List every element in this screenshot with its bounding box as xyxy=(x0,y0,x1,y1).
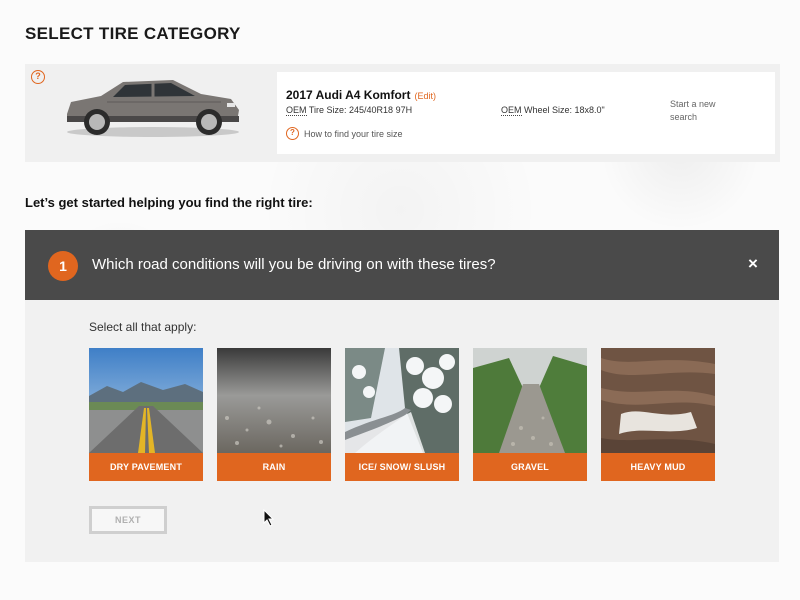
snow-image xyxy=(345,348,459,453)
find-tire-size-link[interactable]: ? How to find your tire size xyxy=(286,127,403,140)
option-heavy-mud[interactable]: HEAVY MUD xyxy=(601,348,715,481)
dry-pavement-image xyxy=(89,348,203,453)
close-icon[interactable]: × xyxy=(743,254,763,274)
oem-wheel-label: OEM xyxy=(501,105,522,116)
option-label: GRAVEL xyxy=(473,453,587,481)
section-subheading: Let’s get started helping you find the r… xyxy=(25,195,313,210)
question-circle-icon[interactable]: ? xyxy=(31,70,45,84)
question-body: Select all that apply: DRY PAVEMENT RAIN… xyxy=(25,300,779,562)
find-tire-size-label: How to find your tire size xyxy=(304,128,403,139)
option-dry-pavement[interactable]: DRY PAVEMENT xyxy=(89,348,203,481)
question-text: Which road conditions will you be drivin… xyxy=(92,256,496,273)
oem-tire-text: Tire Size: 245/40R18 97H xyxy=(306,105,413,115)
option-label: DRY PAVEMENT xyxy=(89,453,203,481)
car-image xyxy=(67,80,239,137)
oem-tire-label: OEM xyxy=(286,105,307,116)
gravel-image xyxy=(473,348,587,453)
vehicle-name: 2017 Audi A4 Komfort (Edit) xyxy=(286,88,436,102)
option-label: HEAVY MUD xyxy=(601,453,715,481)
option-label: ICE/ SNOW/ SLUSH xyxy=(345,453,459,481)
oem-tire-size: OEM Tire Size: 245/40R18 97H xyxy=(286,105,413,116)
start-new-search-link[interactable]: Start a new search xyxy=(670,98,740,124)
option-gravel[interactable]: GRAVEL xyxy=(473,348,587,481)
question-header: 1 Which road conditions will you be driv… xyxy=(25,230,779,300)
next-button[interactable]: NEXT xyxy=(89,506,167,534)
step-number-badge: 1 xyxy=(48,251,78,281)
option-rain[interactable]: RAIN xyxy=(217,348,331,481)
question-circle-icon: ? xyxy=(286,127,299,140)
page-title: SELECT TIRE CATEGORY xyxy=(25,24,241,43)
option-ice-snow-slush[interactable]: ICE/ SNOW/ SLUSH xyxy=(345,348,459,481)
vehicle-info-panel: 2017 Audi A4 Komfort (Edit) OEM Tire Size… xyxy=(277,72,775,154)
mouse-cursor-icon xyxy=(263,509,275,527)
vehicle-name-text: 2017 Audi A4 Komfort xyxy=(286,88,411,102)
edit-vehicle-link[interactable]: (Edit) xyxy=(414,91,436,101)
oem-wheel-text: Wheel Size: 18x8.0" xyxy=(521,105,605,115)
oem-wheel-size: OEM Wheel Size: 18x8.0" xyxy=(501,105,605,116)
mud-image xyxy=(601,348,715,453)
option-label: RAIN xyxy=(217,453,331,481)
rain-image xyxy=(217,348,331,453)
instruction-text: Select all that apply: xyxy=(89,320,197,334)
vehicle-card: ? 2017 Audi A4 Komfort (Edit) OEM Tire Si… xyxy=(25,64,780,162)
